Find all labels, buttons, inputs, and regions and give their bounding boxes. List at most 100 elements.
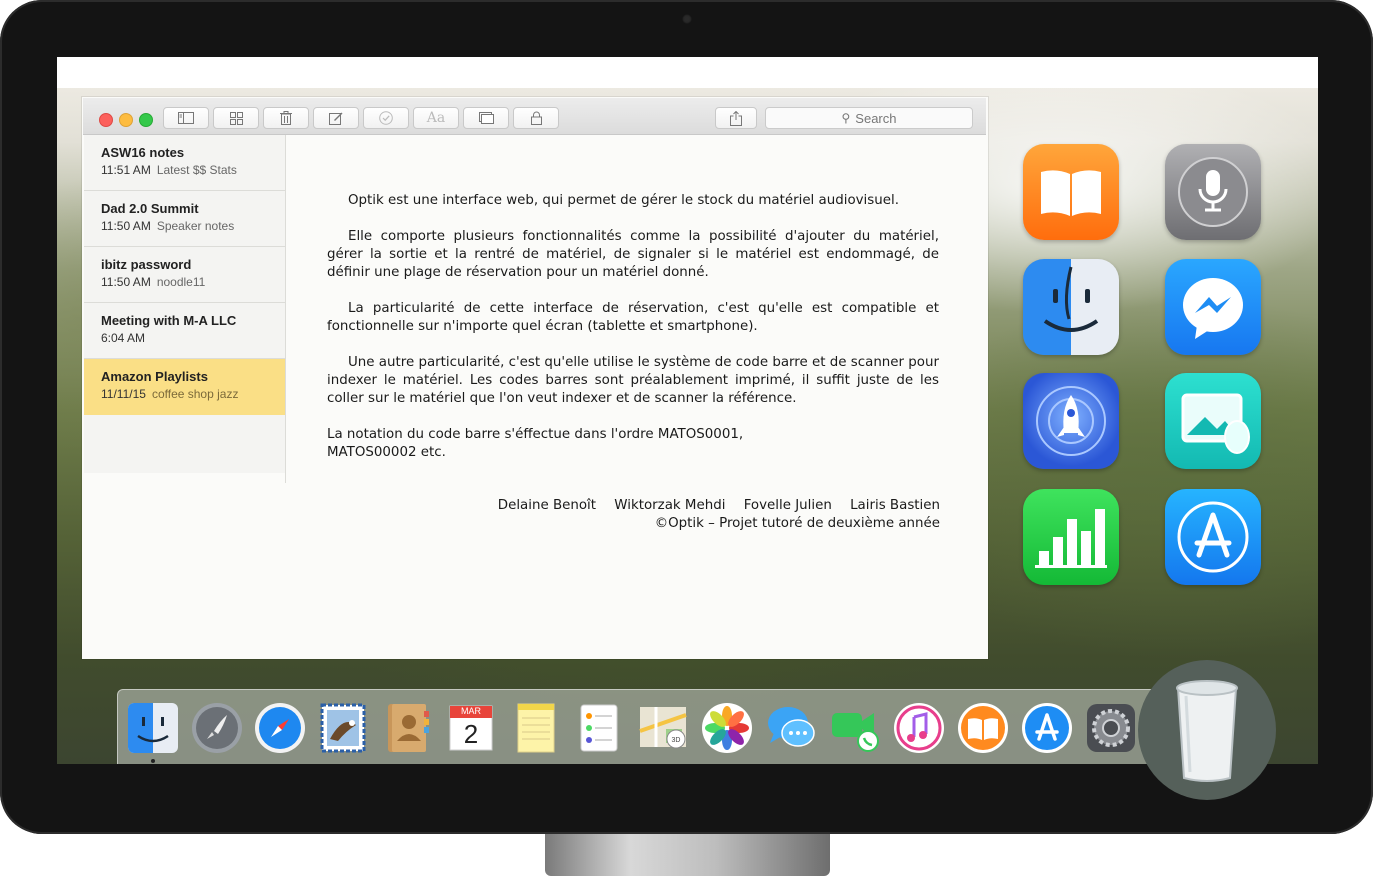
notes-window: Aa ⚲ Search ASW16 notes 11:51 AM Latest $… [82, 97, 988, 659]
share-icon [730, 110, 742, 126]
note-preview: Speaker notes [156, 219, 235, 233]
note-time: 11/11/15 [101, 387, 146, 401]
calendar-month: MAR [461, 706, 481, 716]
grid-icon [229, 111, 243, 125]
close-button[interactable] [99, 113, 113, 127]
dock-app-store-icon[interactable] [1020, 701, 1074, 755]
attachments-button[interactable] [463, 107, 509, 129]
share-button[interactable] [715, 107, 757, 129]
notes-list: ASW16 notes 11:51 AM Latest $$ Stats Dad … [84, 135, 285, 473]
dock-itunes-icon[interactable] [892, 701, 946, 755]
calendar-day: 2 [463, 719, 479, 749]
search-icon: ⚲ [841, 111, 851, 125]
desktop-screen: Aa ⚲ Search ASW16 notes 11:51 AM Latest $… [57, 57, 1318, 764]
note-list-item[interactable]: ibitz password 11:50 AM noodle11 [84, 247, 285, 303]
note-list-item[interactable]: Meeting with M-A LLC 6:04 AM [84, 303, 285, 359]
numbers-icon[interactable] [1023, 489, 1119, 585]
paragraph: La particularité de cette interface de r… [327, 301, 939, 334]
dock-launchpad-icon[interactable] [190, 701, 244, 755]
minimize-button[interactable] [119, 113, 133, 127]
dock-maps-icon[interactable]: 3D [636, 701, 690, 755]
dock-mail-icon[interactable] [316, 701, 370, 755]
format-text-button[interactable]: Aa [413, 107, 459, 129]
note-preview: coffee shop jazz [151, 387, 239, 401]
preview-icon[interactable] [1165, 373, 1261, 469]
paragraph: Elle comporte plusieurs fonctionnalités … [327, 229, 939, 280]
dock-finder-icon[interactable] [126, 701, 180, 755]
author-name: Fovelle Julien [743, 498, 832, 513]
note-meta: 11:51 AM Latest $$ Stats [101, 163, 237, 177]
svg-text:3D: 3D [672, 737, 681, 744]
trash-icon [1176, 680, 1238, 782]
menu-bar [57, 57, 1318, 88]
note-title: Dad 2.0 Summit [101, 201, 199, 216]
siri-icon[interactable] [1165, 144, 1261, 240]
dock-calendar-icon[interactable]: MAR 2 [444, 701, 498, 755]
dock-system-preferences-icon[interactable] [1084, 701, 1138, 755]
running-indicator [151, 759, 155, 763]
compose-icon [329, 112, 343, 125]
credits: Delaine Benoît Wiktorzak Mehdi Fovelle J… [484, 497, 940, 533]
note-meta: 11/11/15 coffee shop jazz [101, 387, 238, 401]
search-input[interactable]: ⚲ Search [765, 107, 973, 129]
zoom-button[interactable] [139, 113, 153, 127]
note-meta: 6:04 AM [101, 331, 151, 345]
author-list: Delaine Benoît Wiktorzak Mehdi Fovelle J… [484, 497, 940, 515]
author-name: Lairis Bastien [850, 498, 940, 513]
note-meta: 11:50 AM noodle11 [101, 275, 205, 289]
note-title: Amazon Playlists [101, 369, 208, 384]
finder-icon[interactable] [1023, 259, 1119, 355]
sidebar-toggle-button[interactable] [163, 107, 209, 129]
sidebar-divider [285, 135, 286, 483]
note-preview: Latest $$ Stats [156, 163, 237, 177]
author-name: Wiktorzak Mehdi [614, 498, 726, 513]
messenger-icon[interactable] [1165, 259, 1261, 355]
delete-note-button[interactable] [263, 107, 309, 129]
sidebar-icon [178, 112, 194, 124]
dock-safari-icon[interactable] [253, 701, 307, 755]
checklist-button[interactable] [363, 107, 409, 129]
dock-contacts-icon[interactable] [380, 701, 434, 755]
note-body[interactable]: Optik est une interface web, qui permet … [327, 192, 939, 480]
search-placeholder: Search [855, 110, 897, 126]
dock-trash[interactable] [1138, 660, 1276, 800]
author-name: Delaine Benoît [497, 498, 597, 513]
new-note-button[interactable] [313, 107, 359, 129]
copyright-text: ©Optik – Projet tutoré de deuxième année [654, 516, 940, 531]
trash-icon [280, 111, 292, 125]
paragraph: La notation du code barre s'éffectue dan… [327, 426, 939, 462]
app-store-icon[interactable] [1165, 489, 1261, 585]
paragraph-line: La notation du code barre s'éffectue dan… [327, 427, 744, 442]
dock-photos-icon[interactable] [700, 701, 754, 755]
note-time: 11:50 AM [101, 275, 151, 289]
note-list-item-selected[interactable]: Amazon Playlists 11/11/15 coffee shop jaz… [84, 359, 285, 415]
dock-reminders-icon[interactable] [572, 701, 626, 755]
ibooks-icon[interactable] [1023, 144, 1119, 240]
checkmark-circle-icon [379, 111, 393, 125]
dock-messages-icon[interactable] [764, 701, 818, 755]
note-meta: 11:50 AM Speaker notes [101, 219, 234, 233]
lock-note-button[interactable] [513, 107, 559, 129]
note-preview: noodle11 [156, 275, 206, 289]
note-title: ASW16 notes [101, 145, 185, 160]
window-toolbar: Aa ⚲ Search [83, 98, 986, 135]
window-stack-icon [478, 112, 494, 124]
note-time: 6:04 AM [101, 331, 146, 345]
note-title: Meeting with M-A LLC [101, 313, 237, 328]
paragraph-line: MATOS00002 etc. [327, 445, 446, 460]
camera-dot [682, 14, 692, 24]
dock-ibooks-icon[interactable] [956, 701, 1010, 755]
paragraph: Une autre particularité, c'est qu'elle u… [327, 355, 939, 406]
gallery-view-button[interactable] [213, 107, 259, 129]
launchpad-icon[interactable] [1023, 373, 1119, 469]
lock-icon [530, 111, 542, 125]
text-format-icon: Aa [426, 110, 446, 126]
paragraph: Optik est une interface web, qui permet … [348, 193, 899, 208]
note-time: 11:50 AM [101, 219, 151, 233]
note-title: ibitz password [101, 257, 192, 272]
note-list-item[interactable]: ASW16 notes 11:51 AM Latest $$ Stats [84, 135, 285, 191]
dock-facetime-icon[interactable] [828, 701, 882, 755]
note-list-item[interactable]: Dad 2.0 Summit 11:50 AM Speaker notes [84, 191, 285, 247]
note-time: 11:51 AM [101, 163, 151, 177]
dock-notes-icon[interactable] [508, 701, 562, 755]
